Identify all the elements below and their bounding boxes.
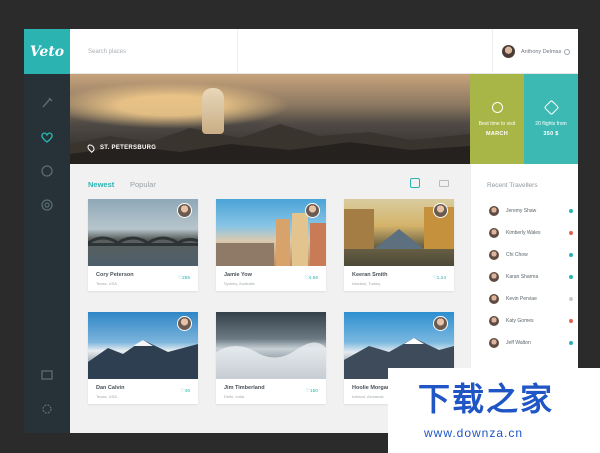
travel-card[interactable]: Dan Calvin Texas, USA 46: [88, 312, 198, 404]
rocky-ridge: [70, 124, 470, 164]
traveller-row[interactable]: Jeremy Shaw: [489, 204, 573, 218]
app-logo[interactable]: Veto: [24, 29, 70, 74]
traveller-name: Karan Sharma: [506, 274, 539, 280]
status-dot: [569, 209, 573, 213]
card-likes[interactable]: 46: [180, 389, 190, 394]
travel-card[interactable]: Jamie Yow Sydney, Australia 4.56: [216, 199, 326, 291]
search-input[interactable]: Search places: [88, 29, 238, 74]
flights-tile[interactable]: 20 flights from 350 $: [524, 74, 578, 164]
status-dot: [569, 231, 573, 235]
inbox-icon[interactable]: [37, 365, 57, 385]
avatar[interactable]: [489, 250, 499, 260]
left-rail: Veto: [24, 29, 70, 433]
traveller-figure: [202, 88, 224, 134]
travel-card[interactable]: Cory Peterson Texas, USA 255: [88, 199, 198, 291]
heart-icon[interactable]: [37, 127, 57, 147]
card-likes[interactable]: 255: [178, 276, 190, 281]
card-likes[interactable]: 150: [306, 389, 318, 394]
traveller-name: Jeremy Shaw: [506, 208, 537, 214]
card-name: Cory Peterson: [96, 272, 134, 278]
clock-icon: [491, 101, 503, 113]
card-place: Sydney, Australia: [224, 281, 255, 286]
hero-location-label: ST. PETERSBURG: [100, 145, 157, 151]
avatar[interactable]: [489, 228, 499, 238]
traveller-name: Katy Gomes: [506, 318, 534, 324]
card-name: Jamie Yow: [224, 272, 252, 278]
card-likes[interactable]: 1.24: [432, 276, 446, 281]
hero-location: ST. PETERSBURG: [86, 143, 157, 153]
avatar[interactable]: [489, 338, 499, 348]
globe-icon[interactable]: [37, 161, 57, 181]
avatar[interactable]: [502, 45, 515, 58]
avatar[interactable]: [177, 316, 192, 331]
avatar[interactable]: [489, 294, 499, 304]
location-pin-icon: [86, 143, 96, 153]
avatar[interactable]: [489, 272, 499, 282]
panel-title: Recent Travellers: [487, 182, 538, 189]
card-likes[interactable]: 4.56: [304, 276, 318, 281]
watermark: 下载之家 www.downza.cn: [388, 368, 600, 453]
at-icon[interactable]: [37, 195, 57, 215]
traveller-name: Jeff Walton: [506, 340, 531, 346]
card-name: Keeran Smith: [352, 272, 388, 278]
card-place: Delhi, India: [224, 394, 245, 399]
settings-icon[interactable]: [37, 399, 57, 419]
best-time-value: MARCH: [486, 130, 508, 137]
wave-drawing: [216, 342, 326, 379]
watermark-logo-text: 下载之家: [418, 380, 555, 418]
card-place: Iceland, Akmanak: [352, 394, 384, 399]
card-name: Jim Timberland: [224, 385, 265, 391]
traveller-row[interactable]: Jeff Walton: [489, 336, 573, 350]
card-place: Istanbul, Turkey: [352, 281, 381, 286]
tab-popular[interactable]: Popular: [130, 180, 156, 189]
status-dot: [569, 319, 573, 323]
status-dot: [569, 341, 573, 345]
travel-card[interactable]: Keeran Smith Istanbul, Turkey 1.24: [344, 199, 454, 291]
card-photo[interactable]: [216, 312, 326, 379]
search-placeholder: Search places: [88, 48, 127, 55]
traveller-row[interactable]: Chi Chow: [489, 248, 573, 262]
traveller-name: Kimberly Wales: [506, 230, 541, 236]
flights-label: 20 flights from: [535, 120, 567, 127]
status-dot: [569, 297, 573, 301]
traveller-row[interactable]: Katy Gomes: [489, 314, 573, 328]
photo-gallery-icon[interactable]: [410, 178, 420, 188]
plane-icon: [543, 99, 559, 115]
status-dot: [569, 253, 573, 257]
video-icon[interactable]: [439, 180, 449, 187]
flights-value: 350 $: [543, 130, 559, 137]
traveller-row[interactable]: Karan Sharma: [489, 270, 573, 284]
best-time-label: Best time to visit: [478, 120, 516, 127]
traveller-name: Kevin Perviae: [506, 296, 537, 302]
avatar[interactable]: [433, 203, 448, 218]
watermark-url: www.downza.cn: [424, 426, 524, 440]
travel-card[interactable]: Jim Timberland Delhi, India 150: [216, 312, 326, 404]
avatar[interactable]: [433, 316, 448, 331]
top-bar: Search places Anthony Delmas: [70, 29, 578, 74]
status-dot: [569, 275, 573, 279]
card-name: Dan Calvin: [96, 385, 125, 391]
avatar[interactable]: [305, 203, 320, 218]
avatar[interactable]: [489, 206, 499, 216]
traveller-row[interactable]: Kevin Perviae: [489, 292, 573, 306]
card-place: Texas, USA: [96, 394, 117, 399]
card-place: Texas, USA: [96, 281, 117, 286]
traveller-name: Chi Chow: [506, 252, 528, 258]
card-name: Hoolie Morgan: [352, 385, 391, 391]
user-name: Anthony Delmas: [521, 48, 562, 55]
best-time-tile[interactable]: Best time to visit MARCH: [470, 74, 524, 164]
gear-icon[interactable]: [564, 48, 570, 55]
avatar[interactable]: [177, 203, 192, 218]
user-menu[interactable]: Anthony Delmas: [492, 29, 578, 74]
traveller-row[interactable]: Kimberly Wales: [489, 226, 573, 240]
avatar[interactable]: [489, 316, 499, 326]
tab-newest[interactable]: Newest: [88, 180, 114, 189]
hero-image: ST. PETERSBURG: [70, 74, 470, 164]
brush-icon[interactable]: [37, 93, 57, 113]
